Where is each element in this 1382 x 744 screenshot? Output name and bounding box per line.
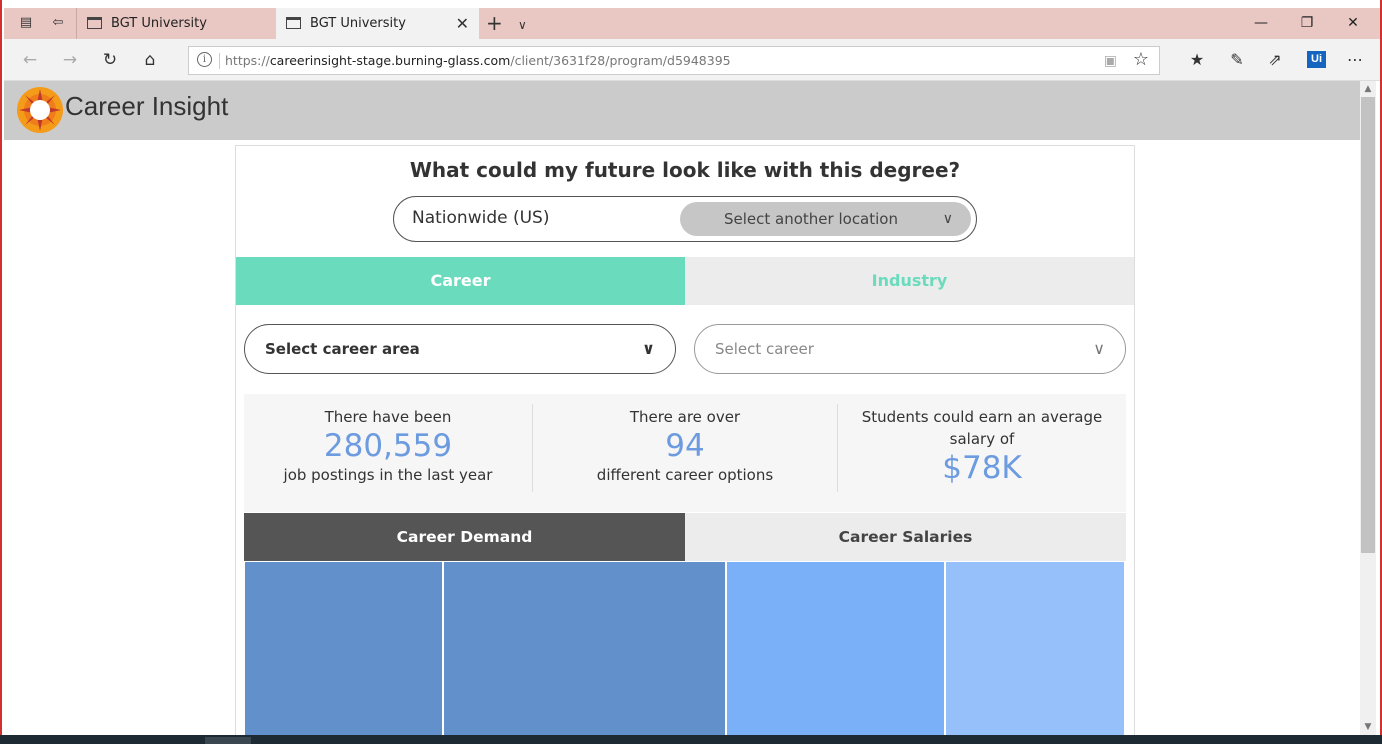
url-scheme: https://	[225, 53, 270, 68]
stat-job-postings: There have been 280,559 job postings in …	[244, 394, 532, 512]
close-tab-icon[interactable]: ✕	[456, 8, 469, 39]
page-scrollbar[interactable]: ▲ ▼	[1360, 81, 1376, 735]
career-area-select[interactable]: Select career area ∨	[244, 324, 676, 374]
treemap-cell[interactable]	[727, 562, 944, 735]
stats-panel: There have been 280,559 job postings in …	[244, 394, 1126, 512]
minimize-icon[interactable]: —	[1238, 8, 1284, 39]
chevron-down-icon: ∨	[642, 339, 655, 358]
page-icon	[87, 17, 102, 29]
stat-value: 280,559	[323, 428, 453, 464]
treemap-cell[interactable]	[245, 562, 442, 735]
chevron-down-icon: ∨	[1093, 339, 1105, 358]
tab-industry[interactable]: Industry	[685, 257, 1134, 305]
location-select[interactable]: Select another location ∨	[680, 202, 971, 236]
tab-title: BGT University	[111, 16, 207, 31]
program-card: What could my future look like with this…	[235, 145, 1135, 735]
navigation-bar: ← → ↻ ⌂ i https://careerinsight-stage.bu…	[4, 39, 1380, 81]
favorite-star-icon[interactable]: ☆	[1133, 49, 1149, 70]
tab-actions-icon[interactable]: ▤	[18, 15, 34, 31]
notes-pen-icon[interactable]: ✎	[1224, 47, 1250, 73]
tab-title: BGT University	[310, 16, 406, 31]
stat-career-options: There are over 94 different career optio…	[533, 394, 837, 512]
view-tabs: Career Industry	[236, 257, 1134, 305]
tab-bar: ▤ ⇦ BGT University BGT University ✕ + ∨ …	[4, 8, 1380, 39]
treemap-cell[interactable]	[946, 562, 1124, 735]
page-title: What could my future look like with this…	[409, 158, 961, 182]
career-area-label: Select career area	[265, 340, 420, 358]
stat-value: 94	[665, 428, 705, 464]
forward-icon[interactable]: →	[56, 47, 84, 73]
info-icon[interactable]: i	[197, 52, 212, 67]
tab-career[interactable]: Career	[236, 257, 685, 305]
stat-pre: There are over	[629, 408, 741, 426]
taskbar	[0, 735, 1382, 744]
close-window-icon[interactable]: ✕	[1330, 8, 1376, 39]
tab-inactive[interactable]: BGT University	[76, 8, 274, 39]
stat-pre: Students could earn an average salary of	[861, 408, 1103, 448]
chart-tabs: Career Demand Career Salaries	[244, 513, 1126, 561]
address-bar[interactable]: i https://careerinsight-stage.burning-gl…	[188, 46, 1160, 75]
career-select[interactable]: Select career ∨	[694, 324, 1126, 374]
stat-average-salary: Students could earn an average salary of…	[838, 394, 1126, 512]
tab-career-salaries[interactable]: Career Salaries	[685, 513, 1126, 561]
stat-post: different career options	[596, 466, 774, 484]
refresh-icon[interactable]: ↻	[96, 47, 124, 73]
tab-career-demand[interactable]: Career Demand	[244, 513, 685, 561]
chevron-down-icon: ∨	[942, 211, 953, 227]
scrollbar-thumb[interactable]	[1361, 97, 1375, 553]
ui-extension-icon[interactable]: Ui	[1307, 51, 1326, 68]
stat-post: job postings in the last year	[283, 466, 493, 484]
scroll-up-icon[interactable]: ▲	[1360, 81, 1376, 97]
career-insight-logo-icon	[17, 87, 63, 133]
chevron-down-icon[interactable]: ∨	[518, 12, 527, 38]
divider	[219, 53, 220, 69]
stat-pre: There have been	[324, 408, 452, 426]
page-icon	[286, 17, 301, 29]
scroll-down-icon[interactable]: ▼	[1360, 719, 1376, 735]
more-icon[interactable]: ⋯	[1342, 47, 1368, 73]
url-host: careerinsight-stage.burning-glass.com	[269, 53, 511, 68]
taskbar-button[interactable]	[205, 737, 251, 744]
current-location: Nationwide (US)	[412, 208, 550, 228]
treemap-cell[interactable]	[444, 562, 725, 735]
reading-view-icon[interactable]: ▣	[1104, 53, 1117, 69]
set-aside-tabs-icon[interactable]: ⇦	[50, 15, 66, 31]
home-icon[interactable]: ⌂	[136, 47, 164, 73]
restore-icon[interactable]: ❐	[1284, 8, 1330, 39]
new-tab-icon[interactable]: +	[486, 10, 503, 36]
site-header: Career Insight	[4, 81, 1360, 140]
url-path: /client/3631f28/program/d5948395	[510, 53, 731, 68]
url-text[interactable]: https://careerinsight-stage.burning-glas…	[225, 47, 731, 74]
favorites-bar-icon[interactable]: ★	[1184, 47, 1210, 73]
back-icon[interactable]: ←	[16, 47, 44, 73]
browser-window: ▤ ⇦ BGT University BGT University ✕ + ∨ …	[0, 0, 1382, 744]
career-label: Select career	[715, 340, 814, 358]
location-select-label: Select another location	[724, 210, 898, 228]
stat-value: $78K	[942, 450, 1022, 486]
brand-title: Career Insight	[65, 91, 229, 121]
tab-active[interactable]: BGT University ✕	[276, 8, 479, 39]
web-page: Career Insight What could my future look…	[4, 81, 1360, 735]
share-icon[interactable]: ⇗	[1262, 47, 1288, 73]
location-picker: Nationwide (US) Select another location …	[393, 196, 977, 242]
